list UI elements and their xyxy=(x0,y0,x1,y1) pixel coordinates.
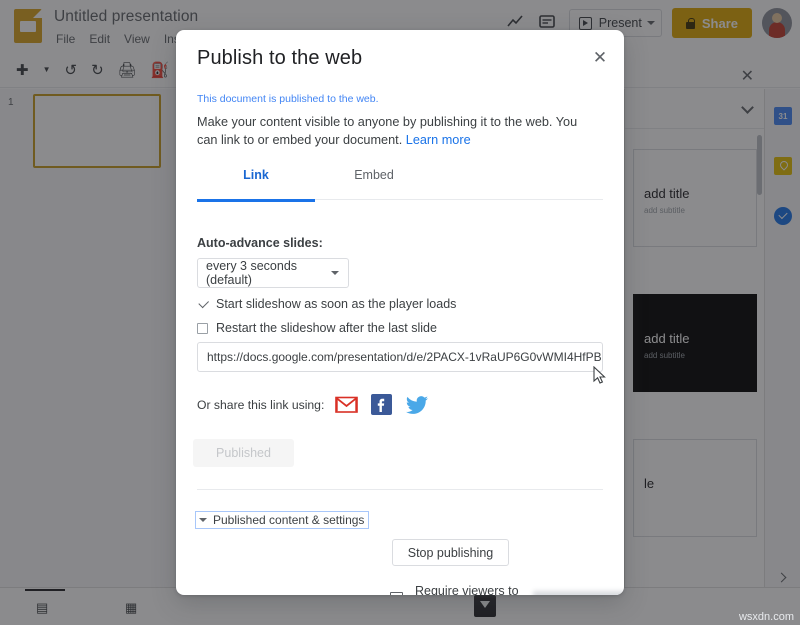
published-button: Published xyxy=(193,439,294,467)
restart-slideshow-checkbox[interactable] xyxy=(197,323,208,334)
caret-down-icon xyxy=(199,518,207,522)
tab-embed[interactable]: Embed xyxy=(315,168,433,200)
publish-to-web-dialog: Publish to the web ✕ This document is pu… xyxy=(176,30,624,595)
share-link-label: Or share this link using: xyxy=(197,398,324,412)
caret-down-icon xyxy=(331,271,339,275)
screenshot-root: Untitled presentation File Edit View Ins… xyxy=(0,0,800,625)
require-signin-checkbox[interactable] xyxy=(390,592,403,596)
dialog-tabs: Link Embed xyxy=(197,168,603,200)
publish-url-input[interactable]: https://docs.google.com/presentation/d/e… xyxy=(197,342,603,372)
published-status-text: This document is published to the web. xyxy=(197,93,379,105)
auto-advance-label: Auto-advance slides: xyxy=(197,236,323,250)
stop-publishing-button[interactable]: Stop publishing xyxy=(392,539,509,566)
dialog-description: Make your content visible to anyone by p… xyxy=(197,113,597,149)
close-icon[interactable]: ✕ xyxy=(590,48,610,68)
page-title: Publish to the web xyxy=(197,47,362,70)
published-content-settings-label: Published content & settings xyxy=(213,513,364,527)
description-text: Make your content visible to anyone by p… xyxy=(197,115,577,147)
restart-slideshow-label: Restart the slideshow after the last sli… xyxy=(216,321,437,335)
auto-advance-select[interactable]: every 3 seconds (default) xyxy=(197,258,349,288)
redacted-domain xyxy=(533,591,624,595)
start-slideshow-checkbox-row[interactable]: Start slideshow as soon as the player lo… xyxy=(197,297,456,311)
mouse-cursor xyxy=(593,366,607,386)
start-slideshow-label: Start slideshow as soon as the player lo… xyxy=(216,297,456,311)
share-link-row: Or share this link using: xyxy=(197,392,429,417)
require-signin-row[interactable]: Require viewers to sign in with their xyxy=(390,584,624,595)
tab-link[interactable]: Link xyxy=(197,168,315,200)
learn-more-link[interactable]: Learn more xyxy=(406,133,471,147)
restart-slideshow-checkbox-row[interactable]: Restart the slideshow after the last sli… xyxy=(197,321,437,335)
start-slideshow-checkbox[interactable] xyxy=(197,299,208,310)
auto-advance-value: every 3 seconds (default) xyxy=(206,259,340,287)
twitter-icon[interactable] xyxy=(404,392,429,417)
gmail-icon[interactable] xyxy=(334,392,359,417)
facebook-icon[interactable] xyxy=(369,392,394,417)
tab-active-indicator xyxy=(197,199,315,202)
divider xyxy=(197,489,603,490)
require-signin-label: Require viewers to sign in with their xyxy=(415,584,527,595)
watermark: wsxdn.com xyxy=(739,611,794,623)
published-content-settings-toggle[interactable]: Published content & settings xyxy=(195,511,369,529)
